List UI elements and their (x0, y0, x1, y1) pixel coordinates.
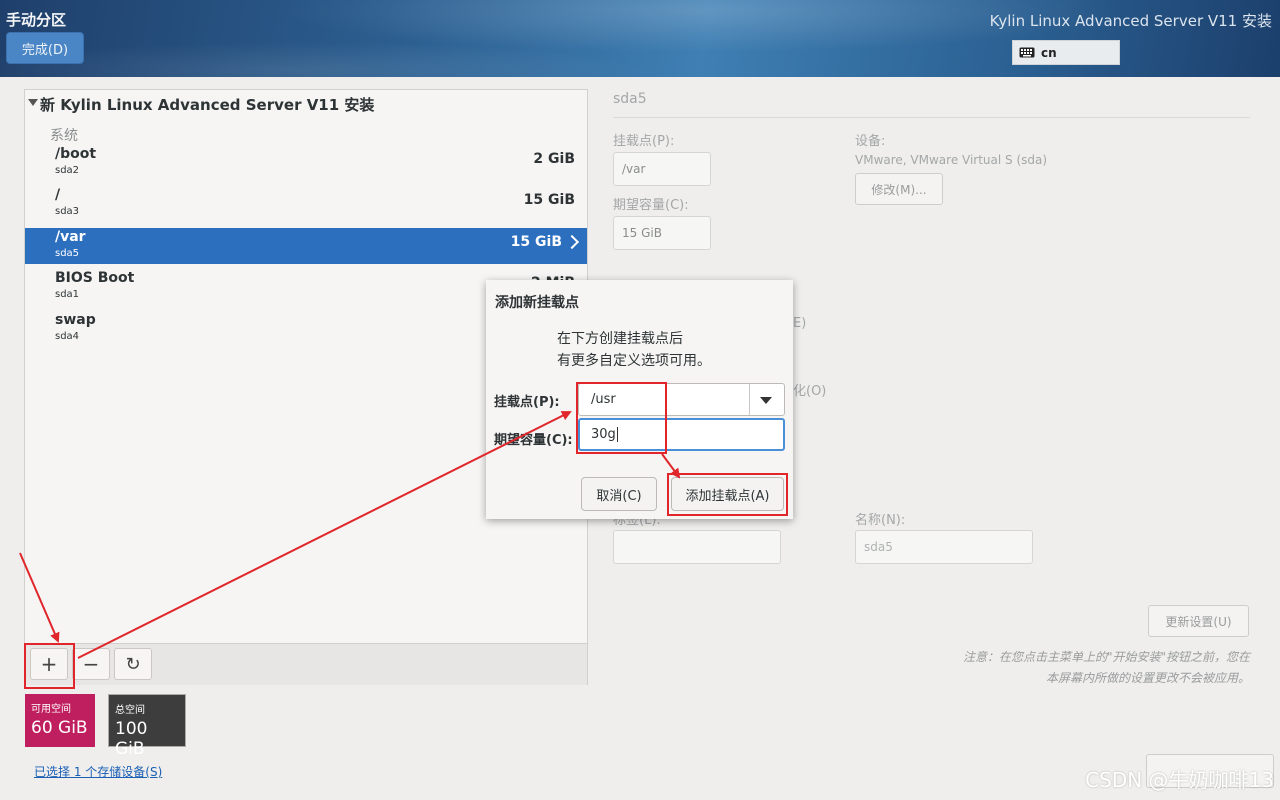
annotation-arrows (19, 411, 681, 659)
annotation-arrow-1 (19, 552, 60, 643)
watermark: CSDN @牛奶咖啡13 (1085, 768, 1274, 792)
annotation-arrow-3 (661, 453, 681, 479)
annotation-arrow-2 (77, 411, 572, 659)
